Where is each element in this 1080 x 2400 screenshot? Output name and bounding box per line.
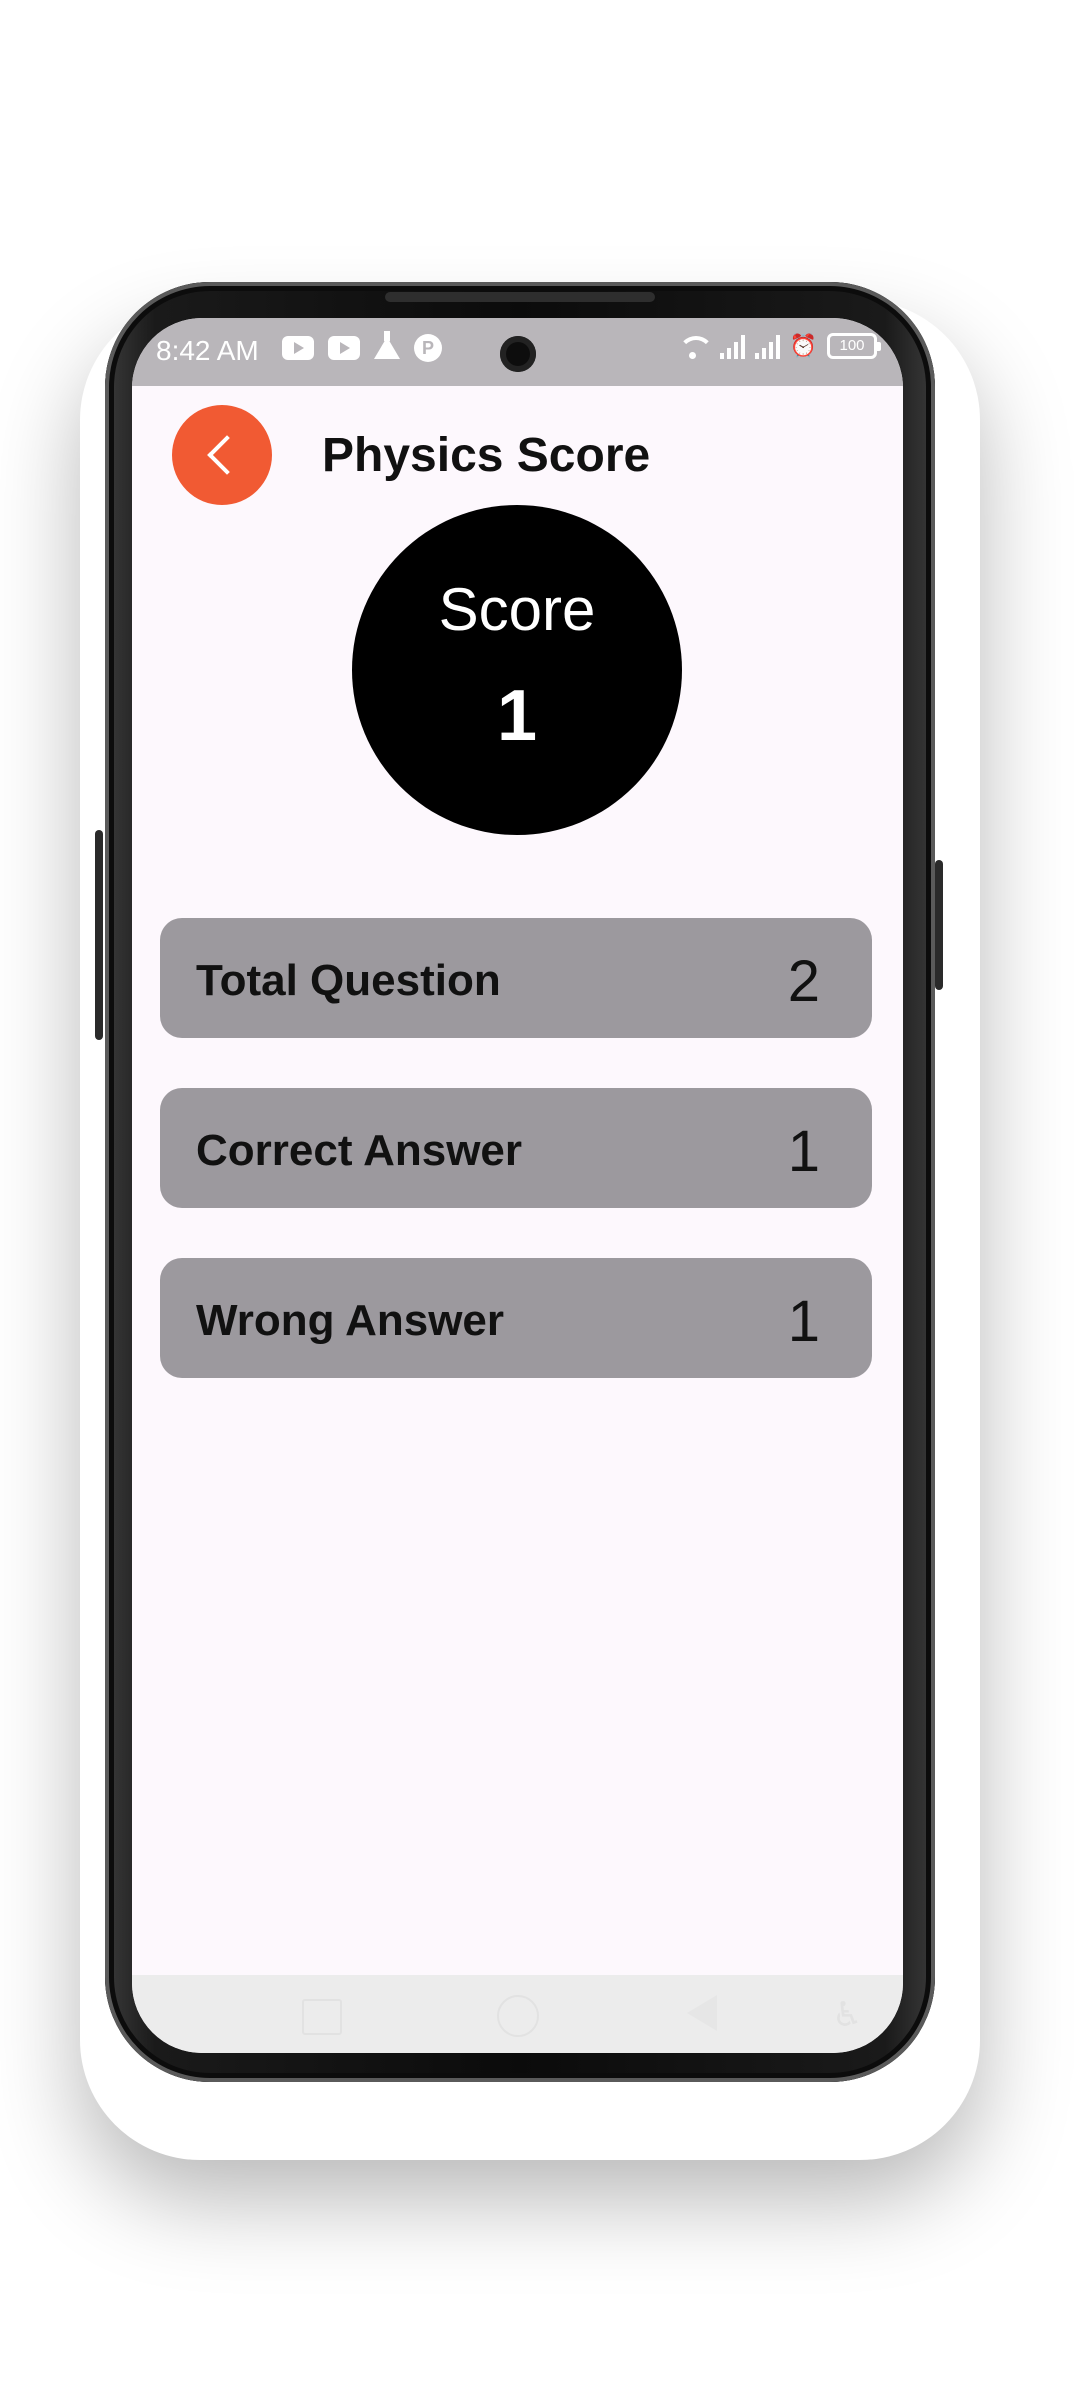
- accessibility-icon[interactable]: ♿: [832, 1995, 862, 2035]
- stat-value: 1: [787, 1289, 820, 1354]
- battery-icon: 100: [827, 333, 881, 359]
- notification-icons: P: [282, 331, 442, 362]
- stat-label: Wrong Answer: [196, 1296, 505, 1345]
- stat-row-correct-answer: Correct Answer 1: [160, 1088, 872, 1208]
- signal-icon: [754, 333, 780, 359]
- earpiece-speaker: [385, 292, 655, 302]
- status-time: 8:42 AM: [156, 335, 259, 366]
- volume-button: [95, 830, 103, 1040]
- phone-screen: 8:42 AM P ⏰ 100 Physics Score Score 1 To…: [132, 318, 903, 2053]
- back-icon[interactable]: [687, 1995, 717, 2031]
- youtube-icon: [328, 336, 360, 360]
- score-value: 1: [496, 676, 538, 756]
- home-icon[interactable]: [497, 1995, 539, 2037]
- chevron-left-icon: [207, 435, 247, 475]
- system-status-icons: ⏰ 100: [676, 332, 881, 360]
- flask-icon: [374, 331, 400, 359]
- stat-label: Correct Answer: [196, 1126, 523, 1175]
- signal-icon: [719, 333, 745, 359]
- page-title: Physics Score: [322, 429, 651, 482]
- score-label: Score: [438, 576, 596, 643]
- stat-value: 2: [787, 949, 820, 1014]
- back-button[interactable]: [172, 405, 272, 505]
- recent-apps-icon[interactable]: [302, 1999, 342, 2035]
- stat-row-wrong-answer: Wrong Answer 1: [160, 1258, 872, 1378]
- stat-row-total-question: Total Question 2: [160, 918, 872, 1038]
- wifi-icon: [676, 332, 714, 360]
- score-circle: Score 1: [352, 505, 682, 835]
- navigation-bar: ♿: [132, 1975, 903, 2053]
- stat-value: 1: [787, 1119, 820, 1184]
- youtube-icon: [282, 336, 314, 360]
- stat-label: Total Question: [196, 956, 501, 1005]
- status-bar: 8:42 AM P ⏰ 100: [132, 318, 903, 386]
- app-circle-icon: P: [414, 334, 442, 362]
- alarm-icon: ⏰: [789, 333, 817, 358]
- power-button: [935, 860, 943, 990]
- front-camera: [500, 336, 536, 372]
